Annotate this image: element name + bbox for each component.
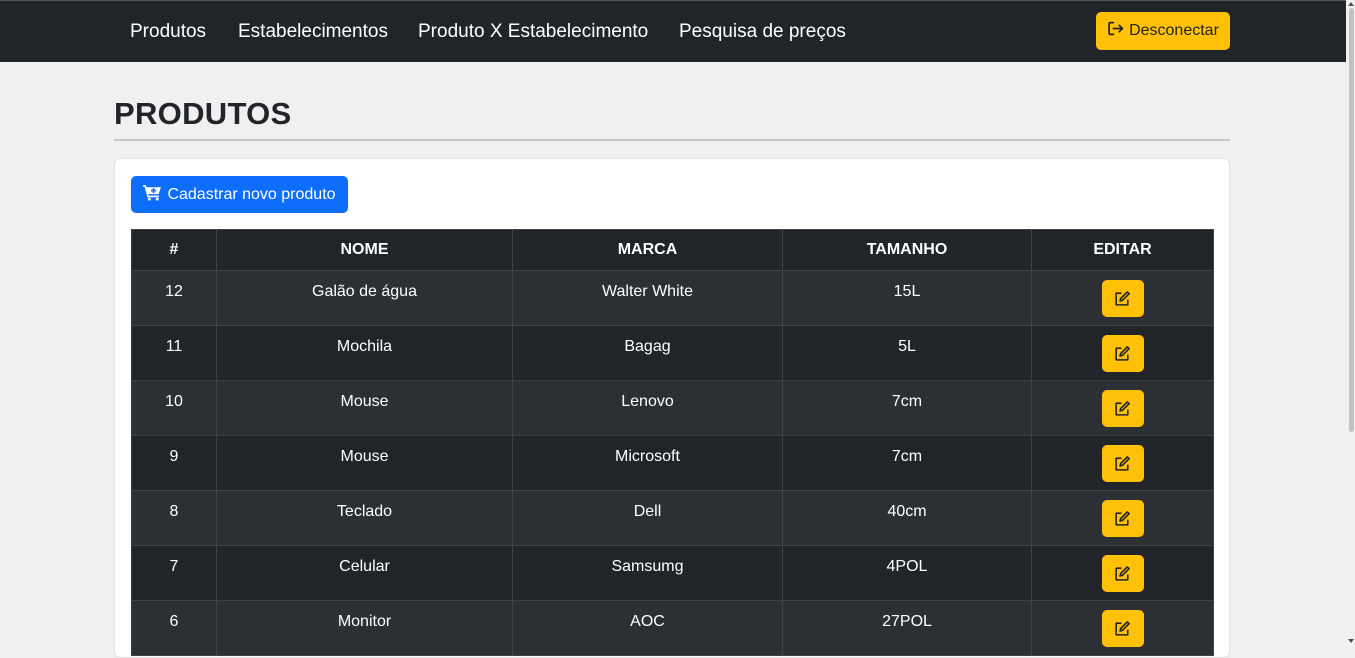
column-header-marca: MARCA — [512, 229, 783, 271]
cell-id: 12 — [131, 270, 217, 326]
edit-icon — [1114, 290, 1131, 307]
nav-link-estabelecimentos[interactable]: Estabelecimentos — [238, 21, 388, 43]
cell-nome: Celular — [216, 545, 513, 601]
cell-id: 11 — [131, 325, 217, 381]
table-row: 11 Mochila Bagag 5L — [131, 325, 1214, 381]
cell-id: 6 — [131, 600, 217, 656]
cell-tamanho: 7cm — [782, 435, 1032, 491]
cell-nome: Mochila — [216, 325, 513, 381]
edit-icon — [1114, 510, 1131, 527]
logout-button-label: Desconectar — [1129, 22, 1219, 39]
column-header-nome: NOME — [216, 229, 513, 271]
cell-marca: AOC — [512, 600, 783, 656]
logout-button[interactable]: Desconectar — [1096, 12, 1230, 50]
cell-tamanho: 7cm — [782, 380, 1032, 436]
cell-nome: Teclado — [216, 490, 513, 546]
scrollbar-thumb[interactable] — [1349, 8, 1354, 432]
cell-id: 8 — [131, 490, 217, 546]
table-row: 10 Mouse Lenovo 7cm — [131, 380, 1214, 436]
edit-button[interactable] — [1101, 280, 1144, 317]
nav-link-produtos[interactable]: Produtos — [130, 21, 206, 43]
title-divider — [114, 139, 1230, 141]
cell-tamanho: 27POL — [782, 600, 1032, 656]
edit-icon — [1114, 400, 1131, 417]
table-row: 12 Galão de água Walter White 15L — [131, 270, 1214, 326]
cell-tamanho: 40cm — [782, 490, 1032, 546]
column-header-editar: EDITAR — [1031, 229, 1214, 271]
cell-editar — [1031, 380, 1214, 436]
new-product-button-label: Cadastrar novo produto — [167, 185, 336, 203]
cell-id: 10 — [131, 380, 217, 436]
cart-plus-icon — [143, 184, 162, 206]
products-table: # NOME MARCA TAMANHO EDITAR 12 Galão de á… — [131, 229, 1214, 656]
nav-link-produto-x-estabelecimento[interactable]: Produto X Estabelecimento — [418, 21, 648, 43]
cell-editar — [1031, 270, 1214, 326]
cell-nome: Galão de água — [216, 270, 513, 326]
edit-icon — [1114, 620, 1131, 637]
cell-editar — [1031, 435, 1214, 491]
cell-marca: Samsumg — [512, 545, 783, 601]
scroll-down-arrow-icon[interactable] — [1348, 639, 1354, 643]
cell-tamanho: 5L — [782, 325, 1032, 381]
edit-button[interactable] — [1101, 500, 1144, 537]
cell-marca: Walter White — [512, 270, 783, 326]
cell-id: 9 — [131, 435, 217, 491]
scroll-up-arrow-icon[interactable] — [1348, 2, 1354, 6]
cell-marca: Microsoft — [512, 435, 783, 491]
table-row: 9 Mouse Microsoft 7cm — [131, 435, 1214, 491]
cell-tamanho: 4POL — [782, 545, 1032, 601]
edit-button[interactable] — [1101, 610, 1144, 647]
nav-link-pesquisa-de-precos[interactable]: Pesquisa de preços — [679, 21, 846, 43]
edit-icon — [1114, 565, 1131, 582]
edit-button[interactable] — [1101, 445, 1144, 482]
cell-nome: Mouse — [216, 435, 513, 491]
table-row: 8 Teclado Dell 40cm — [131, 490, 1214, 546]
cell-nome: Monitor — [216, 600, 513, 656]
edit-button[interactable] — [1101, 555, 1144, 592]
edit-icon — [1114, 455, 1131, 472]
cell-tamanho: 15L — [782, 270, 1032, 326]
sign-out-icon — [1107, 20, 1124, 42]
cell-marca: Bagag — [512, 325, 783, 381]
cell-marca: Lenovo — [512, 380, 783, 436]
table-header-row: # NOME MARCA TAMANHO EDITAR — [131, 229, 1214, 271]
cell-marca: Dell — [512, 490, 783, 546]
column-header-id: # — [131, 229, 217, 271]
cell-nome: Mouse — [216, 380, 513, 436]
cell-editar — [1031, 325, 1214, 381]
page-title: PRODUTOS — [114, 96, 292, 131]
cell-editar — [1031, 490, 1214, 546]
table-row: 7 Celular Samsumg 4POL — [131, 545, 1214, 601]
table-row: 6 Monitor AOC 27POL — [131, 600, 1214, 656]
column-header-tamanho: TAMANHO — [782, 229, 1032, 271]
cell-editar — [1031, 600, 1214, 656]
cell-editar — [1031, 545, 1214, 601]
edit-button[interactable] — [1101, 390, 1144, 427]
edit-button[interactable] — [1101, 335, 1144, 372]
edit-icon — [1114, 345, 1131, 362]
cell-id: 7 — [131, 545, 217, 601]
new-product-button[interactable]: Cadastrar novo produto — [131, 176, 348, 213]
